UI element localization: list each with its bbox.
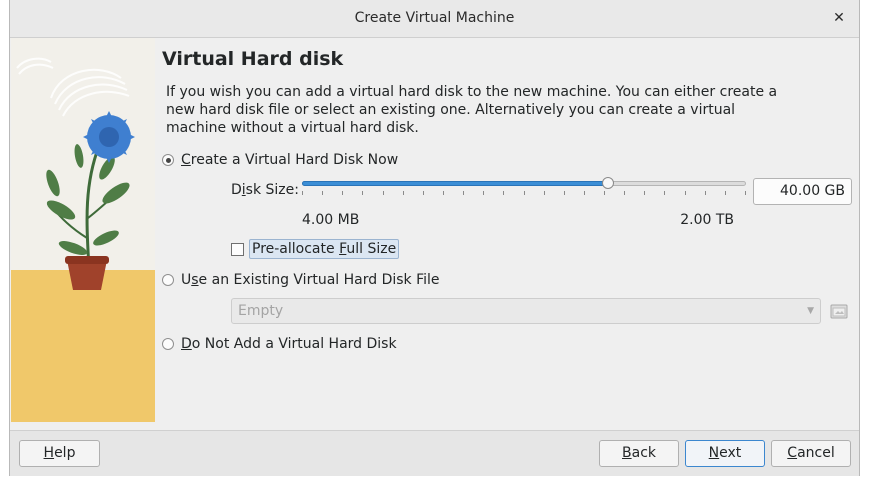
preallocate-option[interactable]: Pre-allocate Full Size: [231, 237, 400, 261]
slider-tick: [362, 191, 363, 195]
slider-tick: [403, 191, 404, 195]
preallocate-label[interactable]: Pre-allocate Full Size: [249, 239, 400, 259]
disk-size-slider[interactable]: [302, 176, 746, 200]
create-now-label[interactable]: Create a Virtual Hard Disk Now: [181, 152, 398, 168]
slider-tick: [564, 191, 565, 195]
do-not-add-label[interactable]: Do Not Add a Virtual Hard Disk: [181, 336, 397, 352]
slider-tick: [423, 191, 424, 195]
wizard-illustration: [11, 38, 155, 422]
create-now-radio[interactable]: [162, 154, 174, 166]
existing-disk-select[interactable]: Empty ▼: [231, 298, 821, 324]
title-bar: Create Virtual Machine ✕: [10, 0, 859, 38]
next-button[interactable]: Next: [685, 440, 765, 467]
slider-tick: [443, 191, 444, 195]
page-heading: Virtual Hard disk: [162, 48, 344, 70]
cancel-button[interactable]: Cancel: [771, 440, 851, 467]
slider-tick: [342, 191, 343, 195]
slider-tick: [705, 191, 706, 195]
do-not-add-radio[interactable]: [162, 338, 174, 350]
slider-min-label: 4.00 MB: [302, 212, 360, 228]
slider-tick: [725, 191, 726, 195]
preallocate-checkbox[interactable]: [231, 242, 244, 256]
slider-handle[interactable]: [602, 177, 614, 189]
help-button[interactable]: Help: [19, 440, 100, 467]
close-icon[interactable]: ✕: [829, 8, 849, 28]
create-vm-dialog: Create Virtual Machine ✕ Virtual Hard di…: [9, 0, 860, 476]
window-title: Create Virtual Machine: [354, 10, 515, 26]
existing-disk-value: Empty: [238, 303, 284, 319]
page-description: If you wish you can add a virtual hard d…: [166, 84, 778, 136]
folder-open-icon[interactable]: [829, 301, 849, 321]
slider-fill: [302, 181, 608, 186]
button-bar: Help Back Next Cancel: [10, 430, 859, 476]
use-existing-label[interactable]: Use an Existing Virtual Hard Disk File: [181, 272, 440, 288]
slider-tick: [322, 191, 323, 195]
slider-tick: [503, 191, 504, 195]
slider-tick: [463, 191, 464, 195]
back-button[interactable]: Back: [599, 440, 679, 467]
option-use-existing[interactable]: Use an Existing Virtual Hard Disk File: [162, 270, 440, 290]
use-existing-radio[interactable]: [162, 274, 174, 286]
slider-tick: [483, 191, 484, 195]
slider-tick: [524, 191, 525, 195]
slider-tick: [604, 191, 605, 195]
disk-size-label: Disk Size:: [231, 182, 299, 198]
chevron-down-icon: ▼: [807, 306, 814, 316]
slider-tick: [302, 191, 303, 195]
slider-tick: [624, 191, 625, 195]
slider-tick: [664, 191, 665, 195]
slider-tick: [644, 191, 645, 195]
slider-tick: [383, 191, 384, 195]
disk-size-input[interactable]: 40.00 GB: [753, 178, 852, 205]
slider-ticks: [302, 191, 746, 197]
slider-tick: [544, 191, 545, 195]
slider-tick: [745, 191, 746, 195]
option-do-not-add[interactable]: Do Not Add a Virtual Hard Disk: [162, 334, 397, 354]
option-create-now[interactable]: Create a Virtual Hard Disk Now: [162, 150, 398, 170]
slider-max-label: 2.00 TB: [680, 212, 734, 228]
slider-tick: [584, 191, 585, 195]
slider-tick: [685, 191, 686, 195]
